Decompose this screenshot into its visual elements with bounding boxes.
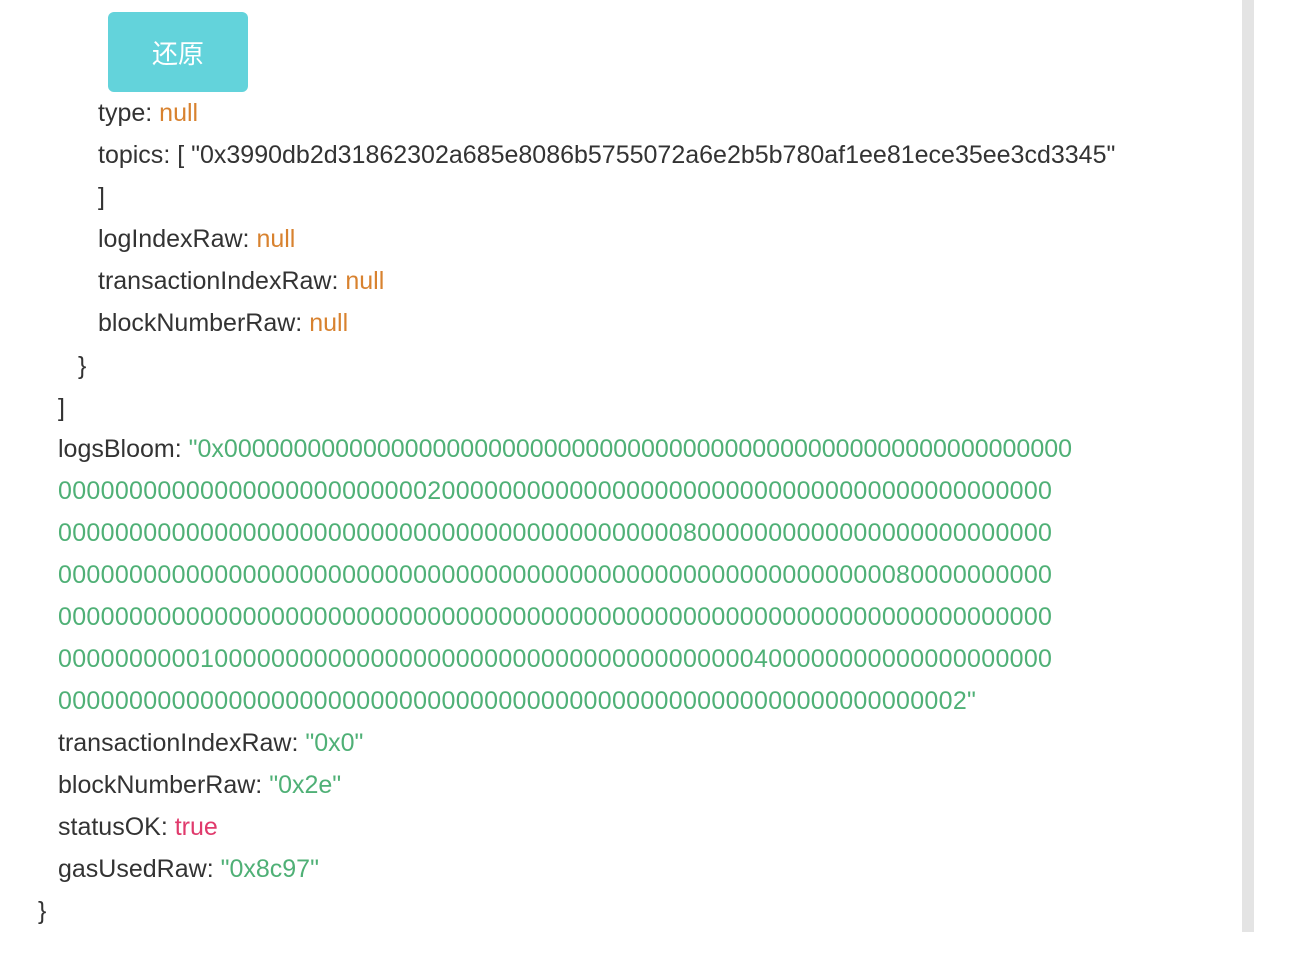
json-key: statusOK — [58, 813, 161, 841]
scrollbar-track[interactable] — [1242, 0, 1254, 932]
logs-bloom-line: 0000000000000000000000000000000000000000… — [58, 519, 1053, 547]
json-key: logIndexRaw — [98, 225, 243, 253]
json-bracket-close: ] — [58, 394, 65, 422]
json-row-block-number-raw: blockNumberRaw: null — [98, 309, 349, 337]
json-key: transactionIndexRaw — [58, 729, 292, 757]
json-key: gasUsedRaw — [58, 855, 207, 883]
json-brace-close: } — [38, 897, 47, 925]
json-string-value: "0x0" — [305, 729, 364, 757]
json-null-value: null — [256, 225, 296, 253]
json-row-logs-bloom: logsBloom: "0x00000000000000000000000000… — [58, 435, 1073, 463]
json-row-topics: topics: [ "0x3990db2d31862302a685e8086b5… — [98, 141, 1116, 169]
json-string-value: "0x0000000000000000000000000000000000000… — [188, 435, 1073, 463]
logs-bloom-line: 0000000000100000000000000000000000000000… — [58, 645, 1053, 673]
json-row-log-index-raw: logIndexRaw: null — [98, 225, 296, 253]
json-bracket-close: ] — [98, 183, 105, 211]
json-key: transactionIndexRaw — [98, 267, 332, 295]
json-key: topics — [98, 141, 164, 169]
json-key: type — [98, 99, 146, 127]
json-boolean-value: true — [174, 813, 218, 841]
json-key: blockNumberRaw — [98, 309, 296, 337]
json-key: blockNumberRaw — [58, 771, 256, 799]
json-string-value: "0x2e" — [269, 771, 342, 799]
restore-button[interactable]: 还原 — [108, 12, 248, 92]
json-string-value: "0x8c97" — [220, 855, 319, 883]
logs-bloom-line: 0000000000000000000000000000000000000000… — [58, 603, 1053, 631]
json-row-transaction-index-raw: transactionIndexRaw: "0x0" — [58, 729, 364, 757]
json-brace-close: } — [78, 352, 87, 380]
json-string-value: "0x3990db2d31862302a685e8086b5755072a6e2… — [191, 141, 1116, 169]
logs-bloom-line: 0000000000000000000000000020000000000000… — [58, 477, 1053, 505]
json-null-value: null — [309, 309, 349, 337]
json-row-transaction-index-raw: transactionIndexRaw: null — [98, 267, 385, 295]
json-row-status-ok: statusOK: true — [58, 813, 218, 841]
json-null-value: null — [345, 267, 385, 295]
json-null-value: null — [159, 99, 199, 127]
json-key: logsBloom — [58, 435, 175, 463]
json-row-type: type: null — [98, 99, 199, 127]
json-row-gas-used-raw: gasUsedRaw: "0x8c97" — [58, 855, 319, 883]
logs-bloom-line: 0000000000000000000000000000000000000000… — [58, 561, 1053, 589]
json-row-block-number-raw: blockNumberRaw: "0x2e" — [58, 771, 342, 799]
logs-bloom-line: 0000000000000000000000000000000000000000… — [58, 687, 977, 715]
